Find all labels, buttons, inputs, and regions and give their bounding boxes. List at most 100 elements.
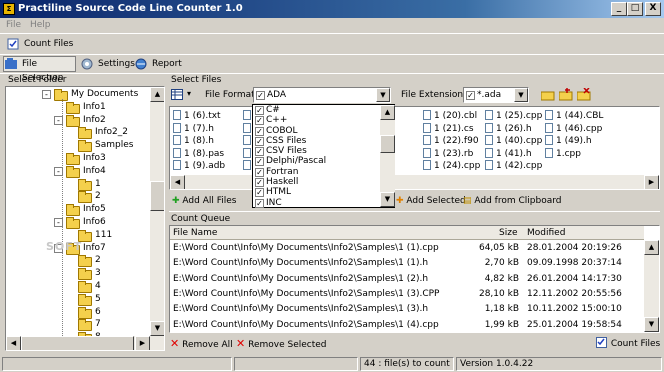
file-list-item[interactable]: 1 (41).h	[485, 147, 532, 159]
tree-node[interactable]: 2	[95, 191, 101, 201]
format-dropdown-arrow[interactable]: ▼	[376, 88, 390, 102]
format-option-check[interactable]: ✓	[255, 198, 264, 208]
tree-node[interactable]: 7	[95, 319, 101, 329]
file-format-dropdown-list[interactable]: ✓ C# ✓ C++ ✓ COBOL ✓ CSS Files ✓ CSV Files ✓ Delphi…	[252, 104, 395, 208]
file-extensions-select[interactable]: ✓ *.ada ▼	[463, 87, 529, 103]
tree-node[interactable]: Info4	[83, 166, 106, 176]
format-option-check[interactable]: ✓	[255, 188, 264, 198]
queue-row[interactable]: E:\Word Count\Info\My Documents\Info2\Sa…	[170, 272, 644, 287]
tree-node[interactable]: Samples	[95, 140, 133, 150]
format-option-check[interactable]: ✓	[255, 157, 264, 167]
tree-node[interactable]: 3	[95, 268, 101, 278]
tree-node[interactable]: 6	[95, 307, 101, 317]
queue-row[interactable]: E:\Word Count\Info\My Documents\Info2\Sa…	[170, 241, 644, 256]
folder-add-icon[interactable]	[559, 88, 573, 101]
format-option[interactable]: ✓ Delphi/Pascal	[253, 156, 394, 167]
format-option[interactable]: ✓ Haskell	[253, 177, 394, 188]
files-scroll-right[interactable]: ▶	[644, 175, 659, 189]
file-list-item[interactable]: 1 (40).cpp	[485, 135, 542, 146]
file-list-item[interactable]: 1 (46).cpp	[545, 122, 602, 134]
folder-tree[interactable]: - My Documents Info1- Info2 Info2_2 Samples In…	[5, 86, 165, 351]
file-list-item[interactable]: 1 (6).txt	[173, 110, 221, 121]
queue-scrollbar[interactable]: ▲ ▼	[644, 240, 659, 332]
tree-node[interactable]: Info2_2	[95, 127, 128, 137]
tree-node[interactable]: Info5	[83, 204, 106, 214]
file-list-item[interactable]: 1 (7).h	[173, 122, 214, 134]
folder-delete-icon[interactable]	[577, 88, 591, 101]
format-list-scrollbar[interactable]: ▲ ▼	[380, 105, 395, 207]
format-option[interactable]: ✓ CSS Files	[253, 136, 394, 146]
menu-help[interactable]: Help	[30, 20, 51, 30]
format-option-check[interactable]: ✓	[255, 167, 264, 177]
format-option[interactable]: ✓ COBOL	[253, 126, 394, 136]
close-button[interactable]: X	[645, 2, 661, 16]
format-option[interactable]: ✓ HTML	[253, 187, 394, 198]
format-option-check[interactable]: ✓	[255, 178, 264, 188]
remove-all-button[interactable]: ✕ Remove All	[170, 337, 233, 350]
format-option[interactable]: ✓ CSV Files	[253, 146, 394, 157]
queue-scroll-down[interactable]: ▼	[644, 317, 659, 332]
file-list-item[interactable]: 1 (26).h	[485, 122, 532, 134]
format-option-check[interactable]: ✓	[255, 106, 264, 115]
menu-file[interactable]: File	[6, 20, 21, 30]
files-scroll-left[interactable]: ◀	[170, 175, 185, 189]
scroll-thumb[interactable]	[150, 181, 164, 211]
format-option-check[interactable]: ✓	[255, 126, 264, 136]
col-file-name[interactable]: File Name	[173, 228, 217, 238]
format-scroll-up[interactable]: ▲	[380, 105, 395, 120]
folder-open-icon[interactable]	[541, 89, 555, 101]
count-files-toolbar-button[interactable]: Count Files	[6, 35, 73, 53]
count-files-bottom-button[interactable]: Count Files	[596, 337, 660, 349]
file-list-item[interactable]: 1 (23).rb	[423, 147, 473, 159]
file-list-item[interactable]: 1 (21).cs	[423, 122, 474, 134]
view-mode-icon[interactable]	[171, 89, 183, 100]
tree-node[interactable]: Info3	[83, 153, 106, 163]
h-scroll-thumb[interactable]	[21, 336, 134, 350]
queue-row[interactable]: E:\Word Count\Info\My Documents\Info2\Sa…	[170, 318, 644, 333]
file-list-item[interactable]: 1 (20).cbl	[423, 110, 477, 121]
file-list-item[interactable]: 1 (9).adb	[173, 160, 225, 171]
format-option-check[interactable]: ✓	[255, 116, 264, 126]
file-list[interactable]: 1 (6).txt 1 (7).h 1 (8).h 1 (8).pas 1 (9).ad…	[169, 106, 660, 190]
scroll-right-arrow[interactable]: ▶	[135, 336, 150, 350]
minimize-button[interactable]: _	[611, 2, 627, 16]
remove-selected-button[interactable]: ✕ Remove Selected	[236, 337, 327, 350]
file-list-item[interactable]: 1 (49).h	[545, 135, 592, 146]
file-list-horizontal-scrollbar[interactable]: ◀ ▶	[170, 175, 659, 189]
tree-node[interactable]: 1	[95, 179, 101, 189]
file-format-select[interactable]: ✓ ADA ▼	[253, 87, 391, 103]
tree-node[interactable]: 5	[95, 294, 101, 304]
queue-row[interactable]: E:\Word Count\Info\My Documents\Info2\Sa…	[170, 256, 644, 271]
file-list-item[interactable]: 1.cpp	[545, 147, 581, 159]
col-modified[interactable]: Modified	[527, 228, 565, 238]
tab-report[interactable]: Report	[134, 55, 182, 73]
format-option-check[interactable]: ✓	[255, 136, 264, 146]
format-option[interactable]: ✓ INC	[253, 198, 394, 208]
count-queue-table[interactable]: File Name Size Modified E:\Word Count\In…	[169, 225, 660, 333]
tree-node[interactable]: Info2	[83, 115, 106, 125]
tab-settings[interactable]: Settings	[80, 55, 135, 73]
file-list-item[interactable]: 1 (8).h	[173, 135, 214, 146]
format-scroll-down[interactable]: ▼	[380, 192, 395, 207]
view-dropdown-arrow[interactable]: ▾	[187, 89, 191, 98]
maximize-button[interactable]: □	[627, 2, 643, 16]
file-list-item[interactable]: 1 (24).cpp	[423, 160, 480, 171]
add-selected-button[interactable]: ✚ Add Selected	[396, 196, 466, 206]
scroll-up-arrow[interactable]: ▲	[150, 87, 164, 102]
file-list-item[interactable]: 1 (8).pas	[173, 147, 224, 159]
tree-horizontal-scrollbar[interactable]: ◀ ▶	[6, 336, 164, 350]
format-option[interactable]: ✓ Fortran	[253, 167, 394, 177]
tree-node[interactable]: Info6	[83, 217, 106, 227]
scroll-down-arrow[interactable]: ▼	[150, 321, 164, 336]
queue-scroll-up[interactable]: ▲	[644, 240, 659, 255]
file-list-item[interactable]: 1 (44).CBL	[545, 110, 603, 121]
queue-row[interactable]: E:\Word Count\Info\My Documents\Info2\Sa…	[170, 302, 644, 317]
tree-node[interactable]: My Documents	[71, 89, 138, 99]
queue-row[interactable]: E:\Word Count\Info\My Documents\Info2\Sa…	[170, 287, 644, 302]
tree-node[interactable]: Info7	[83, 243, 106, 253]
add-all-files-button[interactable]: ✚ Add All Files	[172, 196, 236, 206]
tree-node[interactable]: 111	[95, 230, 112, 240]
add-from-clipboard-button[interactable]: ▤ Add from Clipboard	[463, 196, 561, 206]
tree-expand-toggle[interactable]: -	[42, 90, 51, 99]
format-option[interactable]: ✓ C#	[253, 105, 394, 115]
